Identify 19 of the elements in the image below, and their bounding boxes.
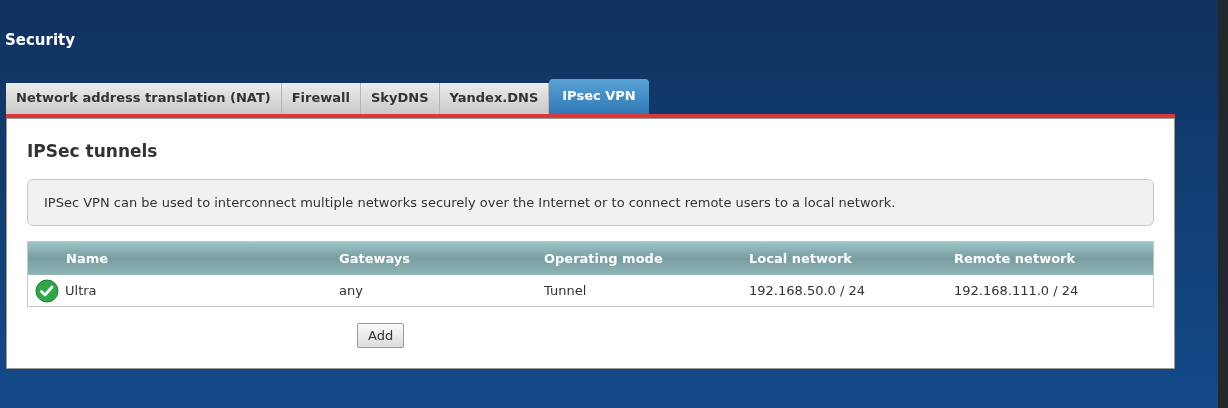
add-button[interactable]: Add — [357, 323, 405, 348]
column-header: Remote network — [954, 250, 1076, 266]
table-cell: any — [339, 282, 363, 298]
table-cell: 192.168.111.0 / 24 — [954, 282, 1079, 298]
info-text: IPSec VPN can be used to interconnect multiple networks securely over the Internet or to connect remote users to a local network. — [27, 179, 1154, 226]
table-cell: Tunnel — [544, 282, 587, 298]
tab[interactable]: Yandex.DNS — [439, 82, 550, 114]
column-header: Gateways — [339, 250, 411, 266]
column-header: Name — [66, 250, 108, 266]
tab[interactable]: Network address translation (NAT) — [6, 82, 282, 114]
page-title: Security — [5, 30, 76, 51]
column-header: Operating mode — [544, 250, 663, 266]
column-header: Local network — [749, 250, 852, 266]
table-cell: 192.168.50.0 / 24 — [749, 282, 866, 298]
table-cell-text: Ultra — [65, 281, 97, 300]
tab[interactable]: Firewall — [281, 82, 361, 114]
tab[interactable]: SkyDNS — [361, 82, 440, 114]
section-heading: IPSec tunnels — [27, 139, 158, 163]
tab[interactable]: IPsec VPN — [549, 78, 649, 114]
